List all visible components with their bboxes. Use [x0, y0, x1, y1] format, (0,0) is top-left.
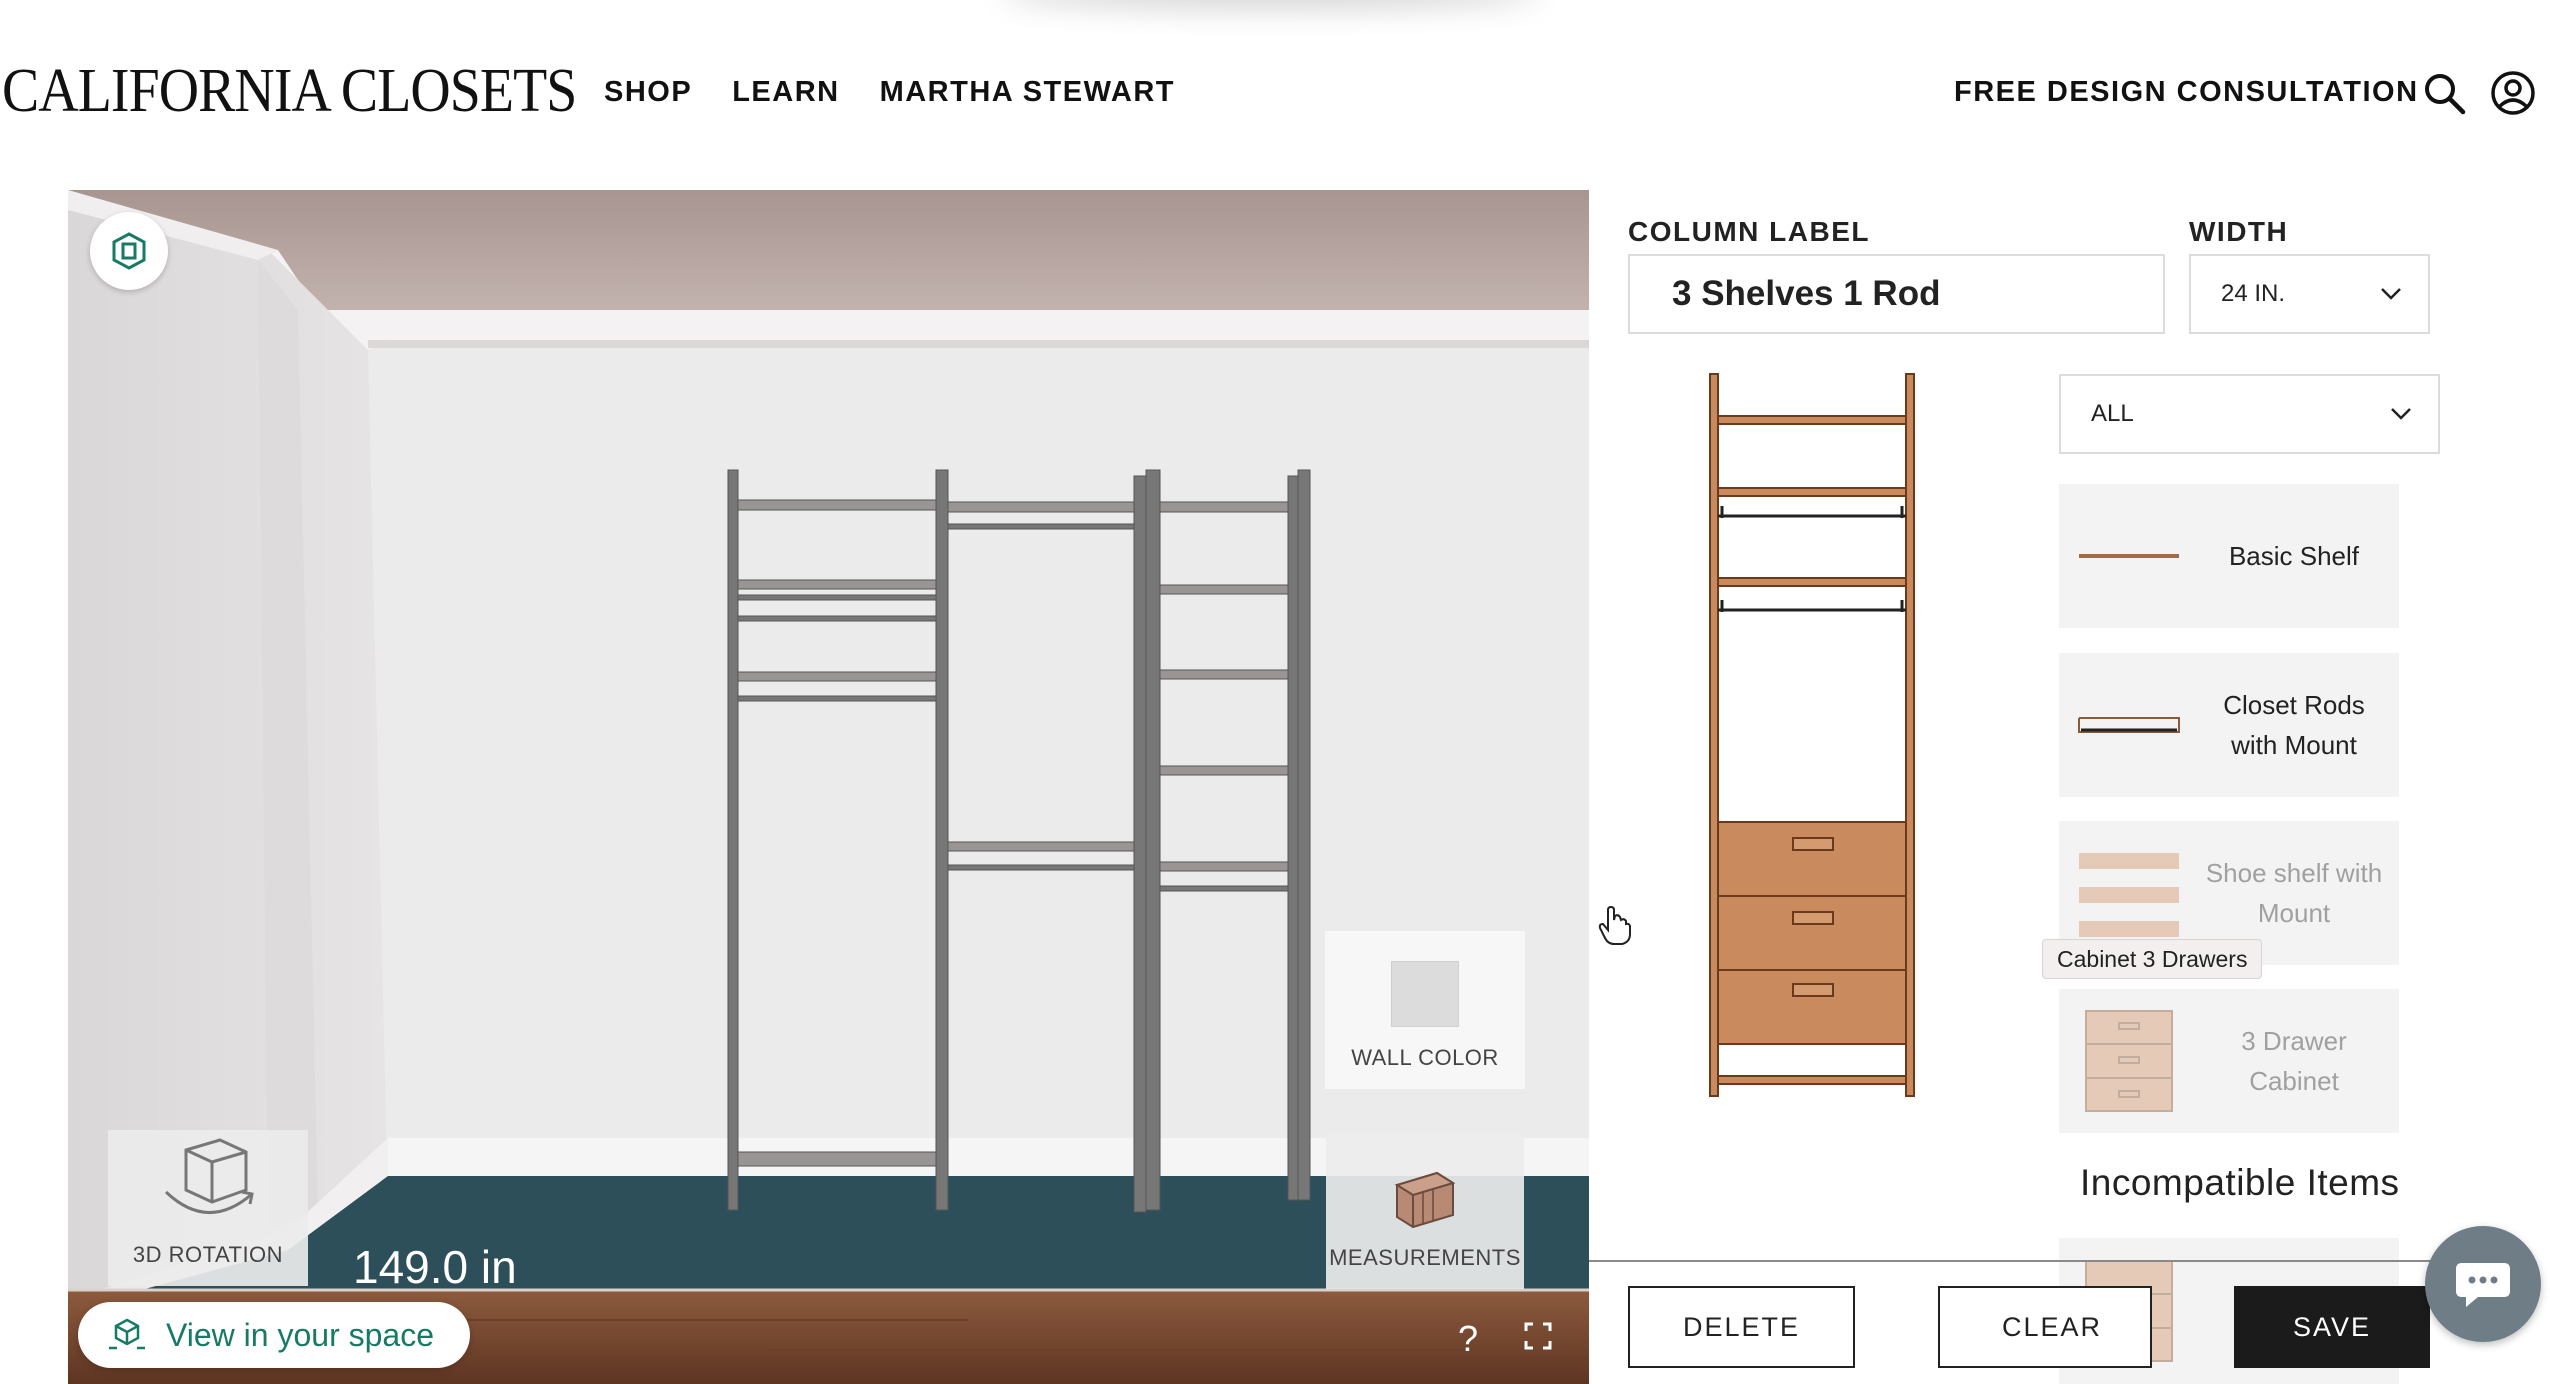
fullscreen-icon[interactable]	[1524, 1322, 1552, 1350]
site-header: CALIFORNIA CLOSETS SHOP LEARN MARTHA STE…	[0, 0, 2550, 190]
width-select-value: 24 IN.	[2221, 280, 2286, 307]
wall-color-button[interactable]: WALL COLOR	[1325, 931, 1525, 1089]
brand-logo[interactable]: CALIFORNIA CLOSETS	[2, 56, 577, 127]
view-in-your-space-button[interactable]: View in your space	[78, 1302, 470, 1368]
free-design-consultation-link[interactable]: FREE DESIGN CONSULTATION	[1954, 76, 2419, 109]
chevron-down-icon	[2391, 408, 2411, 420]
item-3-drawer-cabinet[interactable]: 3 Drawer Cabinet	[2059, 989, 2399, 1133]
nav-shop[interactable]: SHOP	[604, 76, 692, 109]
closet-3d-viewer[interactable]: WALL COLOR MEASUREMENTS 3D ROTATION 149.…	[68, 190, 1589, 1384]
3d-rotation-cube-icon	[164, 1138, 254, 1214]
measurements-box-icon	[1394, 1171, 1456, 1229]
chat-button[interactable]	[2425, 1226, 2541, 1342]
3d-rotation-button[interactable]: 3D ROTATION	[108, 1130, 308, 1286]
delete-button[interactable]: DELETE	[1628, 1286, 1855, 1368]
nav-learn[interactable]: LEARN	[732, 76, 839, 109]
item-basic-shelf[interactable]: Basic Shelf	[2059, 484, 2399, 628]
help-button[interactable]: ?	[1458, 1318, 1478, 1360]
search-icon[interactable]	[2421, 70, 2467, 116]
shelf-icon	[2059, 551, 2199, 561]
item-name: Closet Rods with Mount	[2223, 690, 2365, 760]
shoe-shelf-icon	[2059, 843, 2199, 943]
item-filter-value: ALL	[2091, 400, 2134, 427]
chat-bubble-icon	[2456, 1263, 2510, 1307]
item-tooltip: Cabinet 3 Drawers	[2042, 939, 2263, 979]
action-bar-divider	[1589, 1260, 2439, 1262]
drawer-cabinet-icon	[2059, 1009, 2199, 1113]
account-icon[interactable]	[2490, 70, 2536, 116]
item-name: Basic Shelf	[2228, 541, 2360, 571]
clear-button[interactable]: CLEAR	[1938, 1286, 2152, 1368]
rod-icon	[2059, 712, 2199, 738]
width-dimension-readout: 149.0 in	[353, 1241, 517, 1293]
item-closet-rods-with-mount[interactable]: Closet Rods with Mount	[2059, 653, 2399, 797]
wall-color-swatch	[1391, 961, 1459, 1027]
nav-martha-stewart[interactable]: MARTHA STEWART	[880, 76, 1175, 109]
ar-cube-icon	[109, 1318, 145, 1350]
3d-rotation-label: 3D ROTATION	[132, 1242, 284, 1267]
wall-color-label: WALL COLOR	[1351, 1045, 1499, 1070]
column-label-input[interactable]: 3 Shelves 1 Rod	[1628, 254, 2165, 334]
measurements-button[interactable]: MEASUREMENTS	[1326, 1133, 1524, 1289]
column-label-title: COLUMN LABEL	[1628, 216, 1870, 247]
cube-logo-icon	[112, 232, 146, 270]
configurator-logo-badge	[90, 212, 168, 290]
incompatible-items-heading: Incompatible Items	[2080, 1162, 2400, 1203]
item-filter-select[interactable]: ALL	[2059, 374, 2440, 454]
item-name: Shoe shelf with Mount	[2205, 858, 2383, 928]
width-title: WIDTH	[2189, 216, 2289, 247]
item-name: 3 Drawer Cabinet	[2241, 1026, 2347, 1096]
width-select[interactable]: 24 IN.	[2189, 254, 2430, 334]
column-preview[interactable]	[1700, 370, 1940, 1100]
save-button[interactable]: SAVE	[2234, 1286, 2430, 1368]
hand-cursor-icon	[1598, 906, 1631, 945]
view-in-your-space-label: View in your space	[166, 1316, 434, 1353]
main-nav: SHOP LEARN MARTHA STEWART	[604, 76, 1215, 109]
chevron-down-icon	[2381, 288, 2401, 300]
measurements-label: MEASUREMENTS	[1329, 1245, 1521, 1270]
